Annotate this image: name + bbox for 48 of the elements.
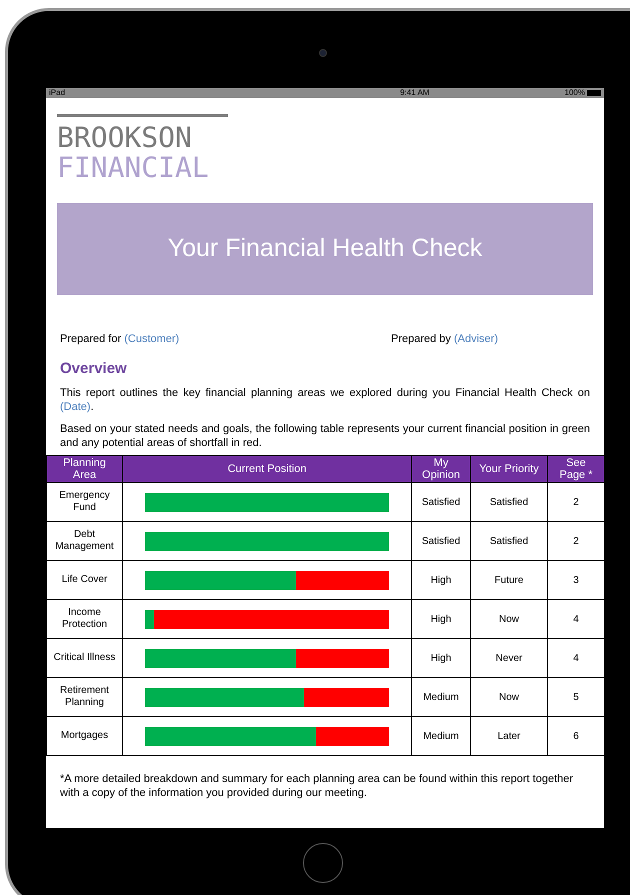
table-cell: Now <box>470 678 548 716</box>
description-paragraph: Based on your stated needs and goals, the following table represents your current financial position in green and any potential areas of shortfall in red. <box>59 422 591 450</box>
table-cell: High <box>412 638 470 678</box>
table-cell: Retirement Planning <box>46 678 122 716</box>
table-cell: 4 <box>548 638 604 678</box>
table-cell: Income Protection <box>46 600 122 638</box>
column-header: My Opinion <box>412 456 470 482</box>
section-title: Overview <box>59 358 128 378</box>
table-cell: Now <box>470 600 548 638</box>
table-cell: 4 <box>548 600 604 638</box>
battery-percent: 100% <box>564 89 585 97</box>
table-cell: 2 <box>548 522 604 560</box>
table-cell: Emergency Fund <box>46 482 122 522</box>
table-cell: Satisfied <box>412 522 470 560</box>
column-header: See Page * <box>548 456 604 482</box>
home-button[interactable] <box>303 843 343 883</box>
column-header: Your Priority <box>470 456 548 482</box>
column-header: Current Position <box>122 456 412 482</box>
banner-title: Your Financial Health Check <box>168 233 482 264</box>
intro-paragraph: This report outlines the key financial planning areas we explored during you Financial Health Check on (Date). <box>59 386 591 414</box>
table-cell: Mortgages <box>46 716 122 756</box>
clock-time: 9:41 AM <box>400 89 430 97</box>
table-cell: 5 <box>548 678 604 716</box>
logo-line-brand: BROOKSON <box>57 123 193 153</box>
table-cell: Medium <box>412 716 470 756</box>
table-cell: Satisfied <box>470 522 548 560</box>
table-cell: 6 <box>548 716 604 756</box>
table-cell: Medium <box>412 678 470 716</box>
table-cell: Future <box>470 560 548 600</box>
prepared-for-text: Prepared for (Customer) <box>60 332 180 347</box>
table-cell: High <box>412 560 470 600</box>
column-header: Planning Area <box>46 456 122 482</box>
camera-icon <box>319 49 327 57</box>
table-cell: Never <box>470 638 548 678</box>
prepared-by-text: Prepared by (Adviser) <box>391 332 498 347</box>
table-cell: Debt Management <box>46 522 122 560</box>
battery-icon <box>587 90 601 96</box>
table-cell: Satisfied <box>470 482 548 522</box>
logo-line-financial: FINANCIAL <box>57 153 210 183</box>
table-cell: 3 <box>548 560 604 600</box>
table-cell: Later <box>470 716 548 756</box>
table-cell: High <box>412 600 470 638</box>
table-cell: Satisfied <box>412 482 470 522</box>
table-cell: Life Cover <box>46 560 122 600</box>
table-cell: Critical Illness <box>46 638 122 678</box>
footnote: *A more detailed breakdown and summary for each planning area can be found within this report together with a copy of the information you provided during our meeting. <box>59 772 574 800</box>
table-cell: 2 <box>548 482 604 522</box>
device-label: iPad <box>49 89 66 97</box>
